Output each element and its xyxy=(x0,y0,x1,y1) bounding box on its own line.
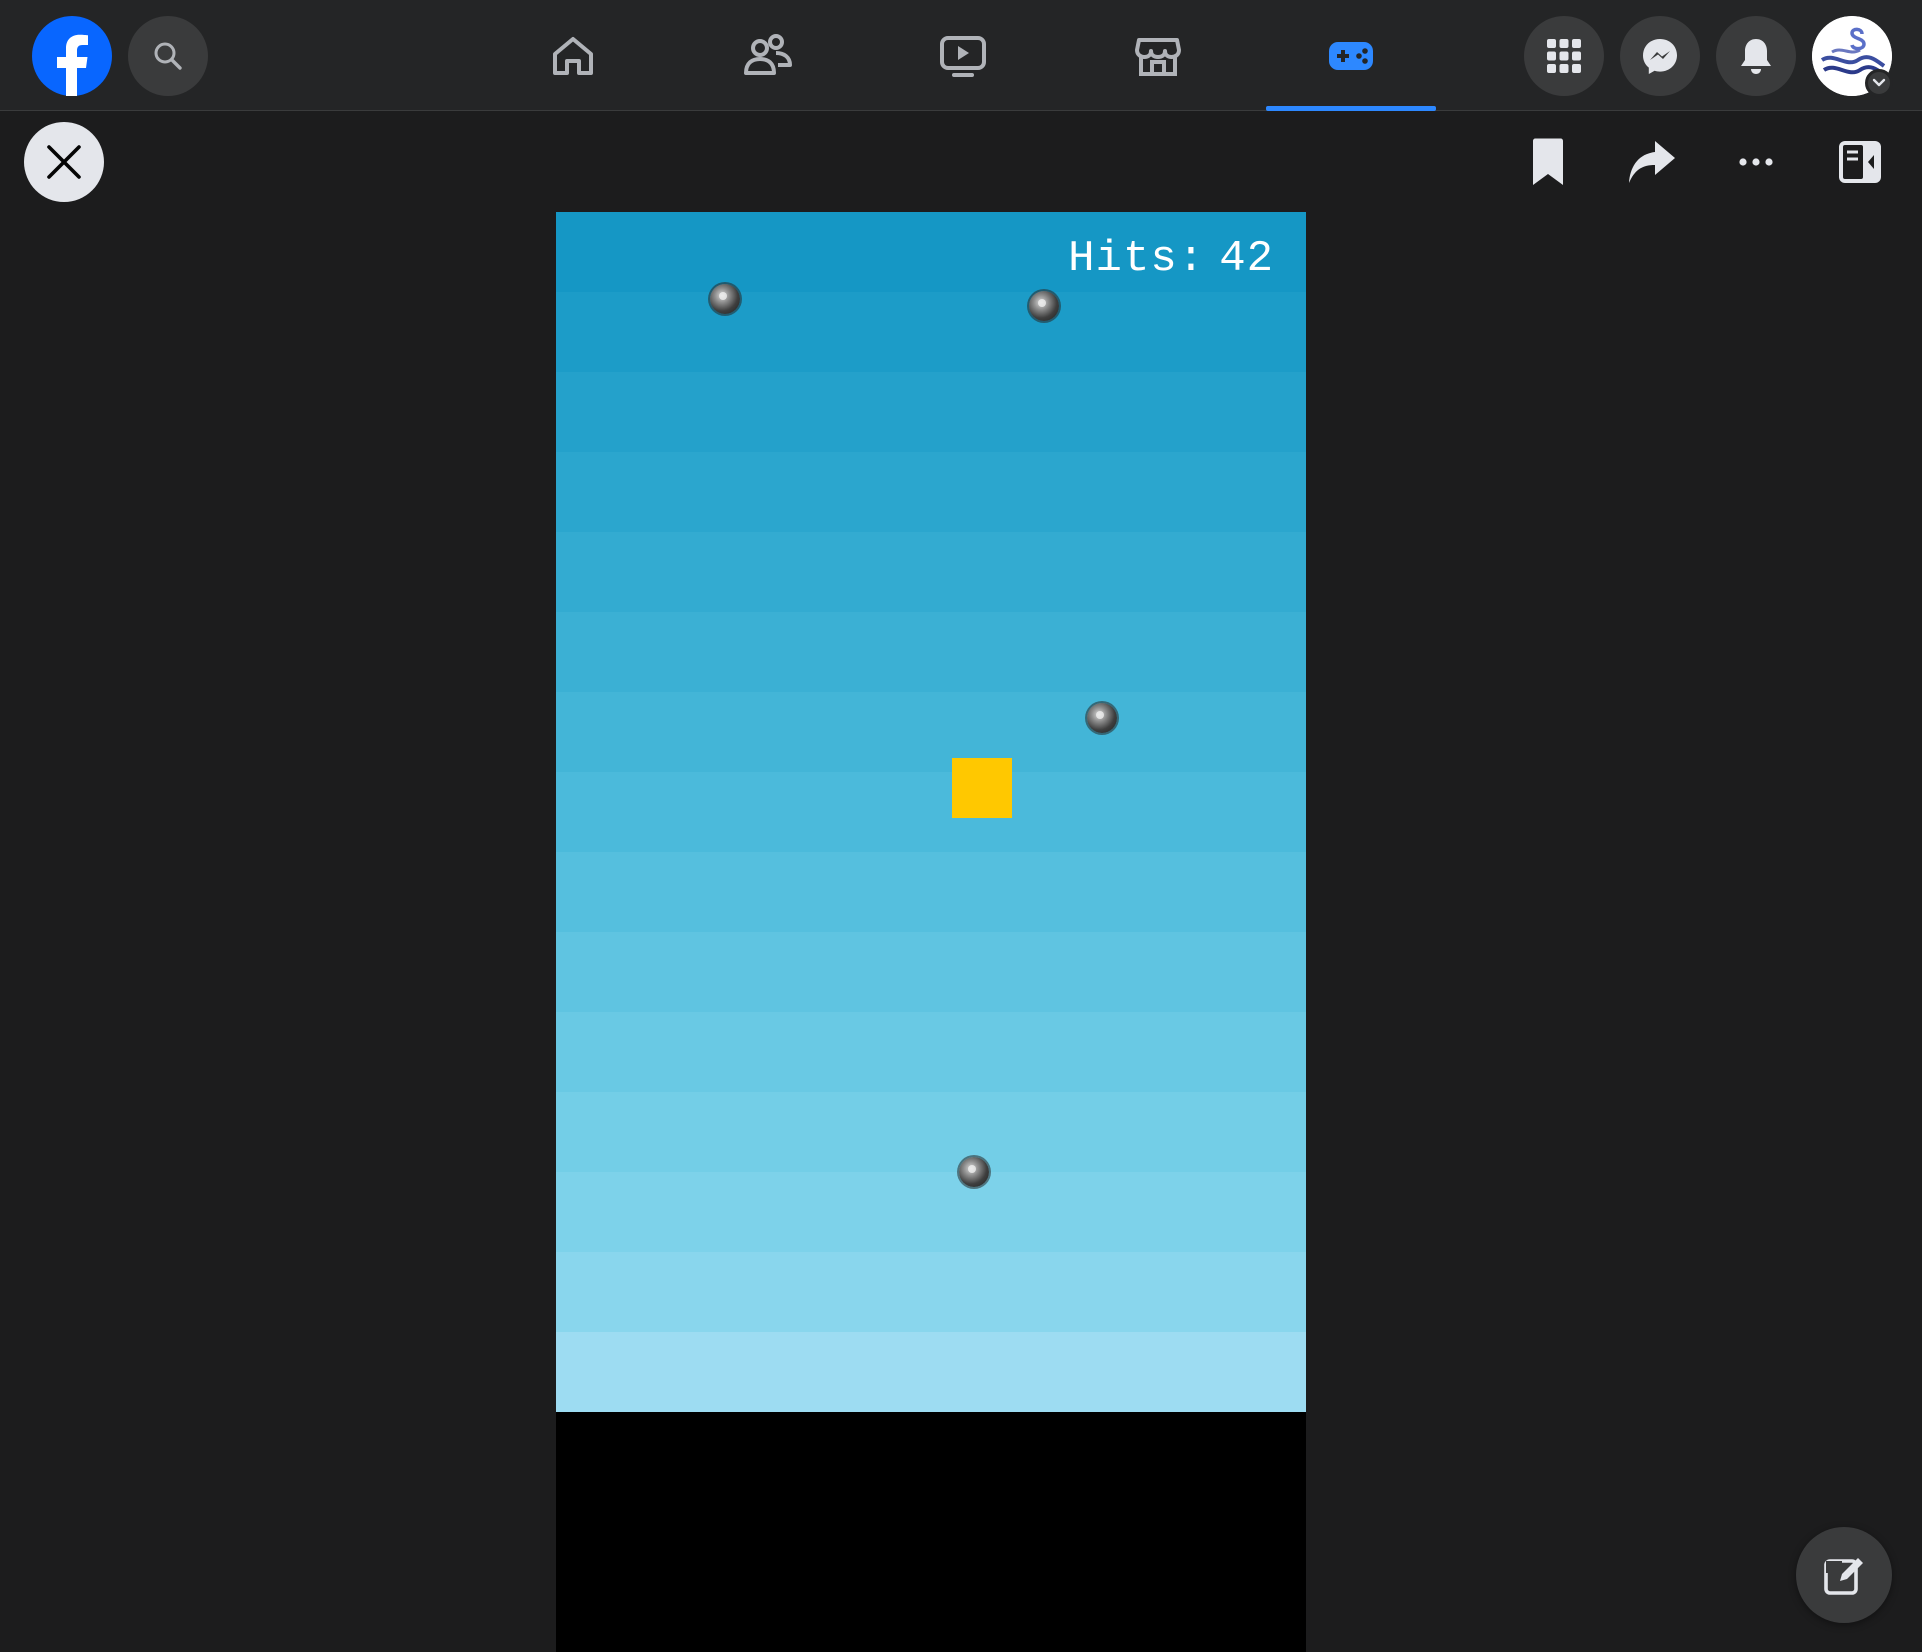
menu-grid-icon xyxy=(1547,39,1581,73)
tab-home[interactable] xyxy=(488,0,658,111)
compose-icon xyxy=(1824,1558,1863,1595)
hits-value: 42 xyxy=(1219,234,1274,284)
panel-toggle-icon xyxy=(1839,141,1881,183)
video-icon xyxy=(940,35,986,77)
home-icon xyxy=(553,36,593,75)
chevron-down-icon xyxy=(1872,78,1886,87)
more-button[interactable] xyxy=(1724,130,1788,194)
close-button[interactable] xyxy=(24,122,104,202)
tab-watch[interactable] xyxy=(878,0,1048,111)
more-icon xyxy=(1739,158,1773,166)
gamepad-icon xyxy=(1329,41,1373,70)
account-dropdown-button[interactable] xyxy=(1865,69,1893,97)
bell-icon xyxy=(1741,39,1771,74)
store-icon xyxy=(1135,37,1181,76)
bookmark-icon xyxy=(1533,138,1563,185)
bookmark-button[interactable] xyxy=(1516,130,1580,194)
hits-counter: Hits: 42 xyxy=(1068,234,1274,284)
falling-rock xyxy=(1087,703,1117,733)
notifications-button[interactable] xyxy=(1716,16,1796,96)
top-navigation-bar xyxy=(0,0,1922,111)
close-icon xyxy=(47,145,81,179)
messenger-button[interactable] xyxy=(1620,16,1700,96)
facebook-logo-icon[interactable] xyxy=(32,16,112,96)
messenger-icon xyxy=(1643,39,1677,74)
share-button[interactable] xyxy=(1620,130,1684,194)
menu-button[interactable] xyxy=(1524,16,1604,96)
player-square[interactable] xyxy=(952,758,1012,818)
search-icon xyxy=(154,42,182,70)
share-icon xyxy=(1629,141,1675,183)
falling-rock xyxy=(710,284,740,314)
compose-button[interactable] xyxy=(1796,1527,1892,1623)
sky-background xyxy=(556,212,1306,1412)
game-canvas[interactable]: Hits: 42 xyxy=(556,212,1306,1652)
tab-gaming[interactable] xyxy=(1266,0,1436,111)
falling-rock xyxy=(1029,291,1059,321)
hits-label: Hits: xyxy=(1068,234,1206,284)
search-button[interactable] xyxy=(128,16,208,96)
friends-icon xyxy=(744,33,792,75)
panel-toggle-button[interactable] xyxy=(1828,130,1892,194)
tab-friends[interactable] xyxy=(683,0,853,111)
tab-marketplace[interactable] xyxy=(1073,0,1243,111)
falling-rock xyxy=(959,1157,989,1187)
